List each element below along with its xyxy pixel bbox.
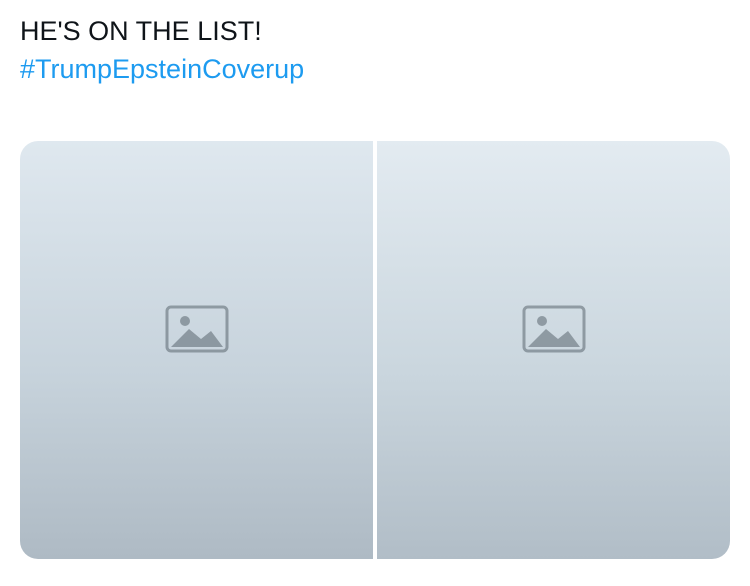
hashtag-link[interactable]: #TrumpEpsteinCoverup (20, 50, 304, 88)
post-text-line: HE'S ON THE LIST! (20, 16, 262, 46)
image-icon (522, 305, 585, 353)
image-icon (165, 305, 228, 353)
photo-left[interactable] (20, 141, 373, 559)
photo-right[interactable] (377, 141, 730, 559)
media-grid (20, 141, 730, 559)
post-text: HE'S ON THE LIST! #TrumpEpsteinCoverup (20, 12, 304, 88)
